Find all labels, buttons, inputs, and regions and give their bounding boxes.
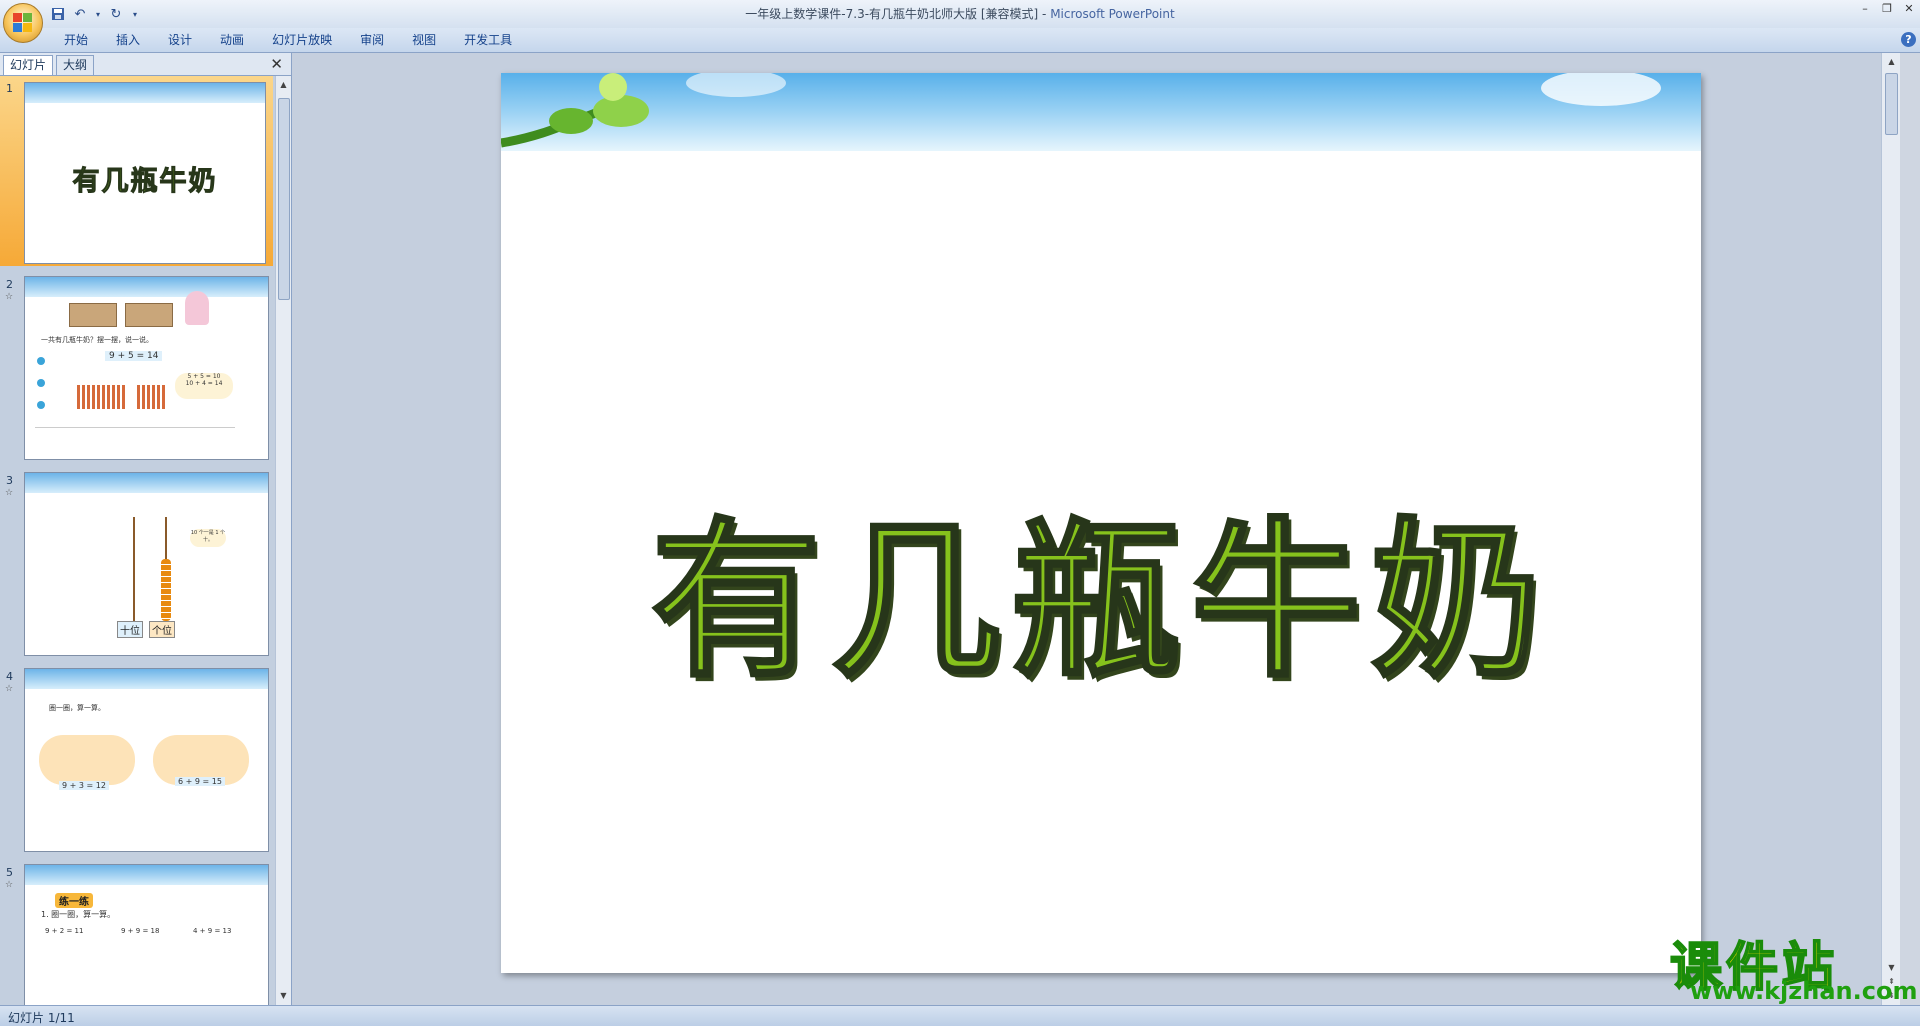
girl-illustration <box>185 291 209 325</box>
thumbnail-equation: 6 + 9 = 15 <box>175 777 225 786</box>
close-icon[interactable]: ✕ <box>1902 2 1916 16</box>
tab-insert[interactable]: 插入 <box>102 28 154 52</box>
window-title: 一年级上数学课件-7.3-有几瓶牛奶北师大版 [兼容模式] - Microsof… <box>0 5 1920 22</box>
restore-icon[interactable]: ❐ <box>1880 2 1894 16</box>
thumbnail-equation: 9 + 2 = 11 <box>45 927 84 935</box>
milk-crate-image <box>125 303 173 327</box>
tab-slideshow[interactable]: 幻灯片放映 <box>258 28 346 52</box>
thumbnail-header <box>25 669 268 689</box>
animation-star-icon: ☆ <box>5 684 14 694</box>
thumbnail-slide-1[interactable]: 有几瓶牛奶 <box>24 82 266 264</box>
thumbnail-row-1[interactable]: 1 有几瓶牛奶 <box>0 76 273 266</box>
close-pane-icon[interactable]: ✕ <box>270 55 283 73</box>
thumbnail-equation: 9 + 9 = 18 <box>121 927 160 935</box>
thumbnail-equation: 4 + 9 = 13 <box>193 927 232 935</box>
ribbon: 开始 插入 设计 动画 幻灯片放映 审阅 视图 开发工具 ? <box>0 28 1920 53</box>
thumbnail-number: 2 <box>6 278 13 291</box>
tab-animations[interactable]: 动画 <box>206 28 258 52</box>
counting-sticks <box>77 385 125 409</box>
thumbnail-number: 1 <box>6 82 13 95</box>
tab-slides[interactable]: 幻灯片 <box>3 55 54 75</box>
tab-home[interactable]: 开始 <box>50 28 102 52</box>
thumbnail-number: 5 <box>6 866 13 879</box>
thumbnail-prompt: 1. 圈一圈，算一算。 <box>41 910 116 919</box>
ribbon-tab-list: 开始 插入 设计 动画 幻灯片放映 审阅 视图 开发工具 <box>50 28 526 52</box>
animation-star-icon: ☆ <box>5 880 14 890</box>
label-tens: 十位 <box>117 621 143 638</box>
pane-tab-bar: 幻灯片 大纲 ✕ <box>0 53 291 76</box>
label-ones: 个位 <box>149 621 175 638</box>
watermark-url: www.kjzhan.com <box>1690 977 1918 1005</box>
thumbnail-row-3[interactable]: 3 ☆ 10 个一是 1 个十。 十位 个位 <box>0 468 273 658</box>
tab-outline[interactable]: 大纲 <box>56 55 95 75</box>
slide-editor: 有几瓶牛奶 ▲ ▼ ⇞ ⇟ <box>292 53 1900 1005</box>
thumbnail-title: 有几瓶牛奶 <box>72 166 218 198</box>
scroll-up-icon[interactable]: ▲ <box>1884 55 1899 69</box>
scroll-up-icon[interactable]: ▲ <box>276 78 291 92</box>
scroll-down-icon[interactable]: ▼ <box>276 989 291 1003</box>
milk-crate-image <box>69 303 117 327</box>
pane-scrollbar[interactable]: ▲ ▼ <box>275 76 291 1005</box>
slides-pane: 幻灯片 大纲 ✕ 1 有几瓶牛奶 2 ☆ 一共有几瓶牛奶？摆一摆，说一说。 9 … <box>0 53 292 1005</box>
bubble-line-2: 10 + 4 = 14 <box>185 380 223 387</box>
thumbnail-heading: 练一练 <box>55 893 93 908</box>
animation-star-icon: ☆ <box>5 292 14 302</box>
slide-title[interactable]: 有几瓶牛奶 <box>501 463 1701 709</box>
office-logo-icon <box>13 13 33 33</box>
slide-sky-header <box>501 73 1701 151</box>
watermark: 课件站 www.kjzhan.com <box>1669 925 1917 1005</box>
scroll-thumb[interactable] <box>278 98 290 300</box>
help-icon[interactable]: ? <box>1901 32 1916 47</box>
thumbnail-row-2[interactable]: 2 ☆ 一共有几瓶牛奶？摆一摆，说一说。 9 + 5 = 14 5 + 5 = … <box>0 272 273 462</box>
divider <box>35 427 235 428</box>
title-separator: - <box>1038 7 1051 21</box>
current-slide[interactable]: 有几瓶牛奶 <box>501 73 1701 973</box>
tab-review[interactable]: 审阅 <box>346 28 398 52</box>
tab-design[interactable]: 设计 <box>154 28 206 52</box>
thumbnail-prompt: 圈一圈，算一算。 <box>49 704 105 712</box>
vine-decoration <box>501 73 1661 148</box>
bullet-icon <box>37 401 45 409</box>
slide-indicator: 幻灯片 1/11 <box>8 1011 75 1025</box>
bullet-icon <box>37 357 45 365</box>
thumbnail-number: 3 <box>6 474 13 487</box>
thumbnail-header <box>25 473 268 493</box>
thumbnail-equation: 9 + 5 = 14 <box>105 351 163 361</box>
editor-scrollbar[interactable]: ▲ ▼ ⇞ ⇟ <box>1881 53 1900 1005</box>
thumbnail-row-5[interactable]: 5 ☆ 练一练 1. 圈一圈，算一算。 9 + 2 = 11 9 + 9 = 1… <box>0 860 273 1005</box>
office-button[interactable] <box>3 3 43 43</box>
minimize-icon[interactable]: – <box>1858 2 1872 16</box>
thumbnail-row-4[interactable]: 4 ☆ 圈一圈，算一算。 9 + 3 = 12 6 + 9 = 15 <box>0 664 273 854</box>
animation-star-icon: ☆ <box>5 488 14 498</box>
thumbnail-header <box>25 865 268 885</box>
speech-bubble: 5 + 5 = 10 10 + 4 = 14 <box>175 373 233 399</box>
speech-bubble: 10 个一是 1 个十。 <box>190 529 226 547</box>
thumbnail-number: 4 <box>6 670 13 683</box>
window-controls: – ❐ ✕ <box>1858 2 1916 16</box>
status-bar: 幻灯片 1/11 <box>0 1005 1920 1026</box>
tab-developer[interactable]: 开发工具 <box>450 28 526 52</box>
thumbnail-list: 1 有几瓶牛奶 2 ☆ 一共有几瓶牛奶？摆一摆，说一说。 9 + 5 = 14 <box>0 76 273 1005</box>
thumbnail-slide-2[interactable]: 一共有几瓶牛奶？摆一摆，说一说。 9 + 5 = 14 5 + 5 = 10 1… <box>24 276 269 460</box>
thumbnail-prompt: 一共有几瓶牛奶？摆一摆，说一说。 <box>41 336 153 344</box>
animals-illustration <box>39 735 135 785</box>
scroll-thumb[interactable] <box>1885 73 1898 135</box>
thumbnail-slide-4[interactable]: 圈一圈，算一算。 9 + 3 = 12 6 + 9 = 15 <box>24 668 269 852</box>
document-title: 一年级上数学课件-7.3-有几瓶牛奶北师大版 [兼容模式] <box>745 7 1039 21</box>
bubble-line-1: 5 + 5 = 10 <box>187 373 221 380</box>
thumbnail-header <box>25 277 268 297</box>
title-bar: ↶ ▾ ↻ ▾ 一年级上数学课件-7.3-有几瓶牛奶北师大版 [兼容模式] - … <box>0 0 1920 43</box>
app-name: Microsoft PowerPoint <box>1050 7 1175 21</box>
abacus-rod-tens <box>133 517 135 623</box>
bullet-icon <box>37 379 45 387</box>
thumbnail-equation: 9 + 3 = 12 <box>59 781 109 790</box>
tab-view[interactable]: 视图 <box>398 28 450 52</box>
thumbnail-slide-5[interactable]: 练一练 1. 圈一圈，算一算。 9 + 2 = 11 9 + 9 = 18 4 … <box>24 864 269 1005</box>
counting-sticks <box>137 385 165 409</box>
abacus-beads <box>161 559 171 621</box>
thumbnail-slide-3[interactable]: 10 个一是 1 个十。 十位 个位 <box>24 472 269 656</box>
thumbnail-header <box>25 83 265 103</box>
